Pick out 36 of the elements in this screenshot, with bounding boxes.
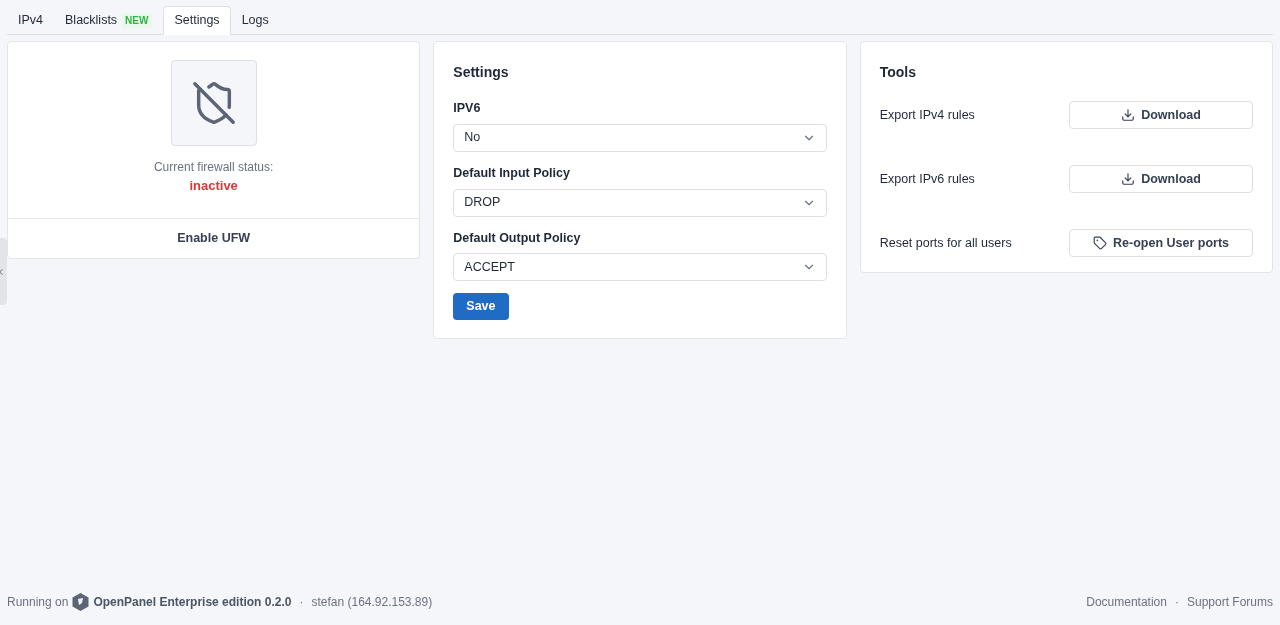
card-title: Tools bbox=[879, 63, 917, 82]
hexagon-logo-icon bbox=[72, 593, 90, 611]
tool-button[interactable]: Re-open User ports bbox=[1069, 229, 1253, 257]
download-icon bbox=[1121, 108, 1136, 122]
field-label: Default Input Policy bbox=[453, 164, 571, 182]
select-field[interactable]: DROP bbox=[453, 188, 827, 217]
tag-icon bbox=[1093, 236, 1107, 250]
separator-dot: · bbox=[298, 594, 305, 611]
field-label: IPV6 bbox=[453, 100, 482, 117]
footer-link[interactable]: Support Forums bbox=[1186, 593, 1273, 611]
tab[interactable]: Settings bbox=[163, 6, 231, 35]
enable-ufw-button[interactable]: Enable UFW bbox=[8, 217, 420, 258]
download-icon bbox=[1121, 172, 1136, 186]
product-name: OpenPanel Enterprise edition 0.2.0 bbox=[93, 594, 292, 611]
tool-button[interactable]: Download bbox=[1069, 101, 1253, 129]
tab[interactable]: Blacklists NEW bbox=[54, 6, 164, 35]
tool-button[interactable]: Download bbox=[1069, 165, 1253, 193]
sidebar-toggle[interactable] bbox=[0, 238, 7, 305]
shield-off-icon bbox=[190, 80, 237, 126]
footer-link[interactable]: Documentation bbox=[1086, 593, 1167, 611]
footer-text: stefan (164.92.153.89) bbox=[311, 594, 433, 611]
tool-label: Reset ports for all users bbox=[879, 234, 1012, 252]
new-badge: NEW bbox=[121, 13, 153, 28]
tab[interactable]: Logs bbox=[230, 6, 280, 35]
separator-dot: · bbox=[1173, 594, 1180, 611]
status-value: inactive bbox=[189, 177, 238, 195]
select-field[interactable]: No bbox=[453, 123, 827, 152]
tool-label: Export IPv4 rules bbox=[879, 106, 975, 124]
status-label: Current firewall status: bbox=[153, 159, 274, 176]
footer-text: Running on bbox=[7, 594, 69, 611]
card-title: Settings bbox=[453, 63, 510, 82]
save-button[interactable]: Save bbox=[453, 293, 509, 321]
tab[interactable]: IPv4 bbox=[7, 6, 54, 35]
select-field[interactable]: ACCEPT bbox=[453, 253, 827, 282]
field-label: Default Output Policy bbox=[453, 229, 582, 247]
tool-label: Export IPv6 rules bbox=[879, 170, 975, 188]
